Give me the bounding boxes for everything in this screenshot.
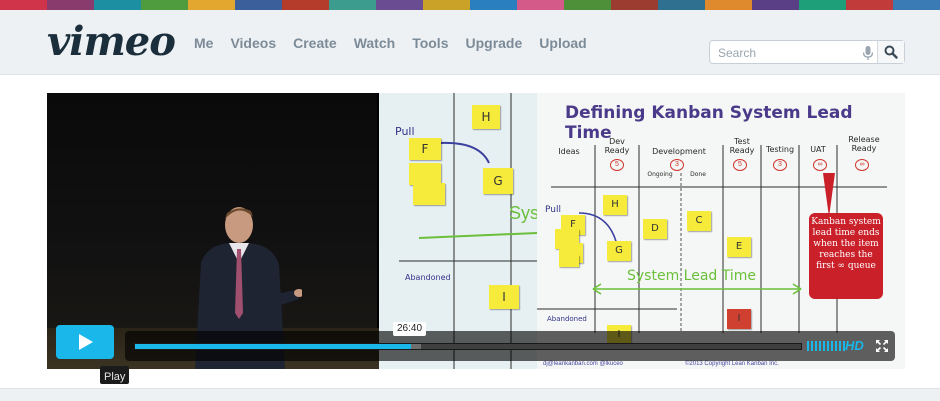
- page-footer-band: [0, 388, 940, 401]
- col-development: Development: [652, 147, 706, 156]
- progress-bar[interactable]: [134, 343, 802, 350]
- strip-color-0: [0, 0, 47, 10]
- left-pull-label: Pull: [395, 125, 415, 138]
- nav-item-upload[interactable]: Upload: [539, 35, 586, 51]
- play-icon: [79, 334, 93, 350]
- strip-color-10: [470, 0, 517, 10]
- strip-color-16: [752, 0, 799, 10]
- slide-footer-contact: dj@leankanban.com @lkuceo: [543, 361, 623, 367]
- strip-color-9: [423, 0, 470, 10]
- left-note-g: G: [483, 168, 513, 194]
- brand-color-strip: [0, 0, 940, 10]
- progress-played: [135, 344, 411, 349]
- strip-color-15: [705, 0, 752, 10]
- col-uat: UAT: [810, 145, 826, 154]
- note-d: D: [643, 219, 667, 239]
- search-input[interactable]: [716, 44, 860, 62]
- magnifier-icon: [884, 45, 898, 59]
- main-nav: Me Videos Create Watch Tools Upgrade Upl…: [194, 35, 587, 51]
- col-testing: Testing: [765, 145, 795, 154]
- left-abandoned-label: Abandoned: [405, 273, 451, 282]
- left-note-h: H: [472, 105, 500, 129]
- strip-color-1: [47, 0, 94, 10]
- strip-color-14: [658, 0, 705, 10]
- col-test-ready: Test Ready: [729, 137, 755, 155]
- left-note-i: I: [489, 285, 519, 309]
- slide-abandoned-label: Abandoned: [547, 315, 587, 323]
- subcol-done: Done: [690, 171, 706, 178]
- note-e: E: [727, 237, 751, 257]
- strip-color-19: [893, 0, 940, 10]
- strip-color-17: [799, 0, 846, 10]
- nav-item-tools[interactable]: Tools: [412, 35, 448, 51]
- note-i-testing: I: [727, 309, 751, 329]
- strip-color-3: [141, 0, 188, 10]
- search-box: [709, 40, 905, 64]
- strip-color-4: [188, 0, 235, 10]
- wip-limit-development: 3: [670, 159, 684, 171]
- wip-limit-testing: 3: [773, 159, 787, 171]
- left-note-stack: [409, 163, 441, 185]
- microphone-icon[interactable]: [862, 45, 874, 61]
- strip-color-6: [282, 0, 329, 10]
- slide-main-panel: Defining Kanban System Lead Time Ideas D…: [537, 93, 905, 369]
- hd-toggle[interactable]: HD: [845, 338, 864, 353]
- slide-footer-copyright: ©2013 Copyright Lean Kanban Inc.: [685, 361, 779, 367]
- play-tooltip: Play: [100, 366, 130, 384]
- system-lead-time-label: System Lead Time: [627, 268, 757, 284]
- slide-pull-label: Pull: [545, 205, 561, 215]
- wip-limit-release-ready: ∞: [855, 159, 869, 171]
- wip-limit-dev-ready: 5: [610, 159, 624, 171]
- strip-color-18: [846, 0, 893, 10]
- vimeo-logo[interactable]: vimeo: [47, 18, 176, 66]
- left-partial-label: Sys: [509, 203, 540, 223]
- note-c: C: [687, 211, 711, 231]
- left-note-stack-2: [413, 183, 445, 205]
- note-stack-3: [559, 255, 579, 267]
- subcol-ongoing: Ongoing: [647, 171, 673, 178]
- strip-color-2: [94, 0, 141, 10]
- wip-limit-test-ready: 5: [733, 159, 747, 171]
- strip-color-7: [329, 0, 376, 10]
- strip-color-13: [611, 0, 658, 10]
- fullscreen-icon[interactable]: [875, 339, 889, 353]
- play-button[interactable]: [56, 325, 114, 359]
- col-ideas: Ideas: [558, 147, 580, 156]
- nav-item-upgrade[interactable]: Upgrade: [465, 35, 522, 51]
- strip-color-11: [517, 0, 564, 10]
- note-g: G: [607, 241, 631, 261]
- nav-item-watch[interactable]: Watch: [354, 35, 395, 51]
- nav-item-create[interactable]: Create: [293, 35, 337, 51]
- search-button[interactable]: [877, 41, 904, 63]
- wip-limit-uat: ∞: [813, 159, 827, 171]
- volume-control[interactable]: [807, 341, 845, 351]
- lead-time-callout: Kanban system lead time ends when the it…: [809, 213, 883, 299]
- nav-item-videos[interactable]: Videos: [230, 35, 276, 51]
- nav-item-me[interactable]: Me: [194, 35, 213, 51]
- video-player[interactable]: Pull H F G Sys Abandoned I Defining Kanb…: [47, 93, 905, 369]
- strip-color-12: [564, 0, 611, 10]
- strip-color-5: [235, 0, 282, 10]
- time-tooltip: 26:40: [393, 322, 427, 336]
- col-release-ready: Release Ready: [848, 135, 880, 153]
- site-header: vimeo Me Videos Create Watch Tools Upgra…: [0, 10, 940, 75]
- left-note-f: F: [409, 138, 441, 160]
- col-dev-ready: Dev Ready: [604, 137, 630, 155]
- strip-color-8: [376, 0, 423, 10]
- note-h: H: [603, 195, 627, 215]
